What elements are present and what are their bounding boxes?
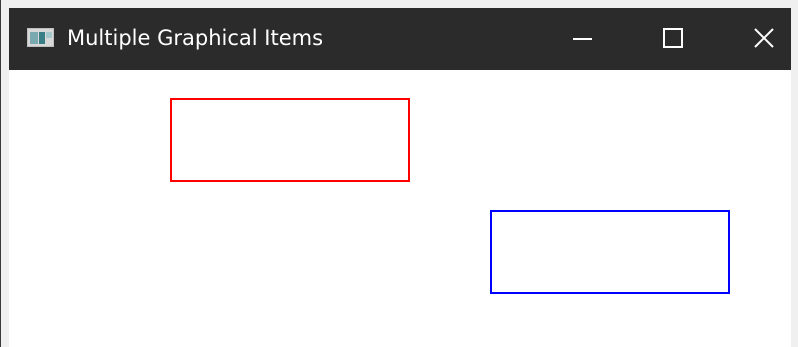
blue-rectangle-item[interactable] — [490, 210, 730, 294]
graphics-view[interactable] — [9, 70, 791, 347]
minimize-button[interactable] — [547, 8, 617, 70]
title-bar[interactable]: Multiple Graphical Items — [9, 8, 791, 70]
maximize-icon — [663, 28, 683, 48]
window-app-icon[interactable] — [27, 28, 54, 47]
minimize-icon — [573, 38, 592, 40]
app-window: Multiple Graphical Items — [0, 0, 798, 347]
close-button[interactable] — [727, 8, 797, 70]
close-icon — [754, 28, 774, 48]
maximize-button[interactable] — [637, 8, 707, 70]
red-rectangle-item[interactable] — [170, 98, 410, 182]
window-title: Multiple Graphical Items — [67, 26, 324, 50]
